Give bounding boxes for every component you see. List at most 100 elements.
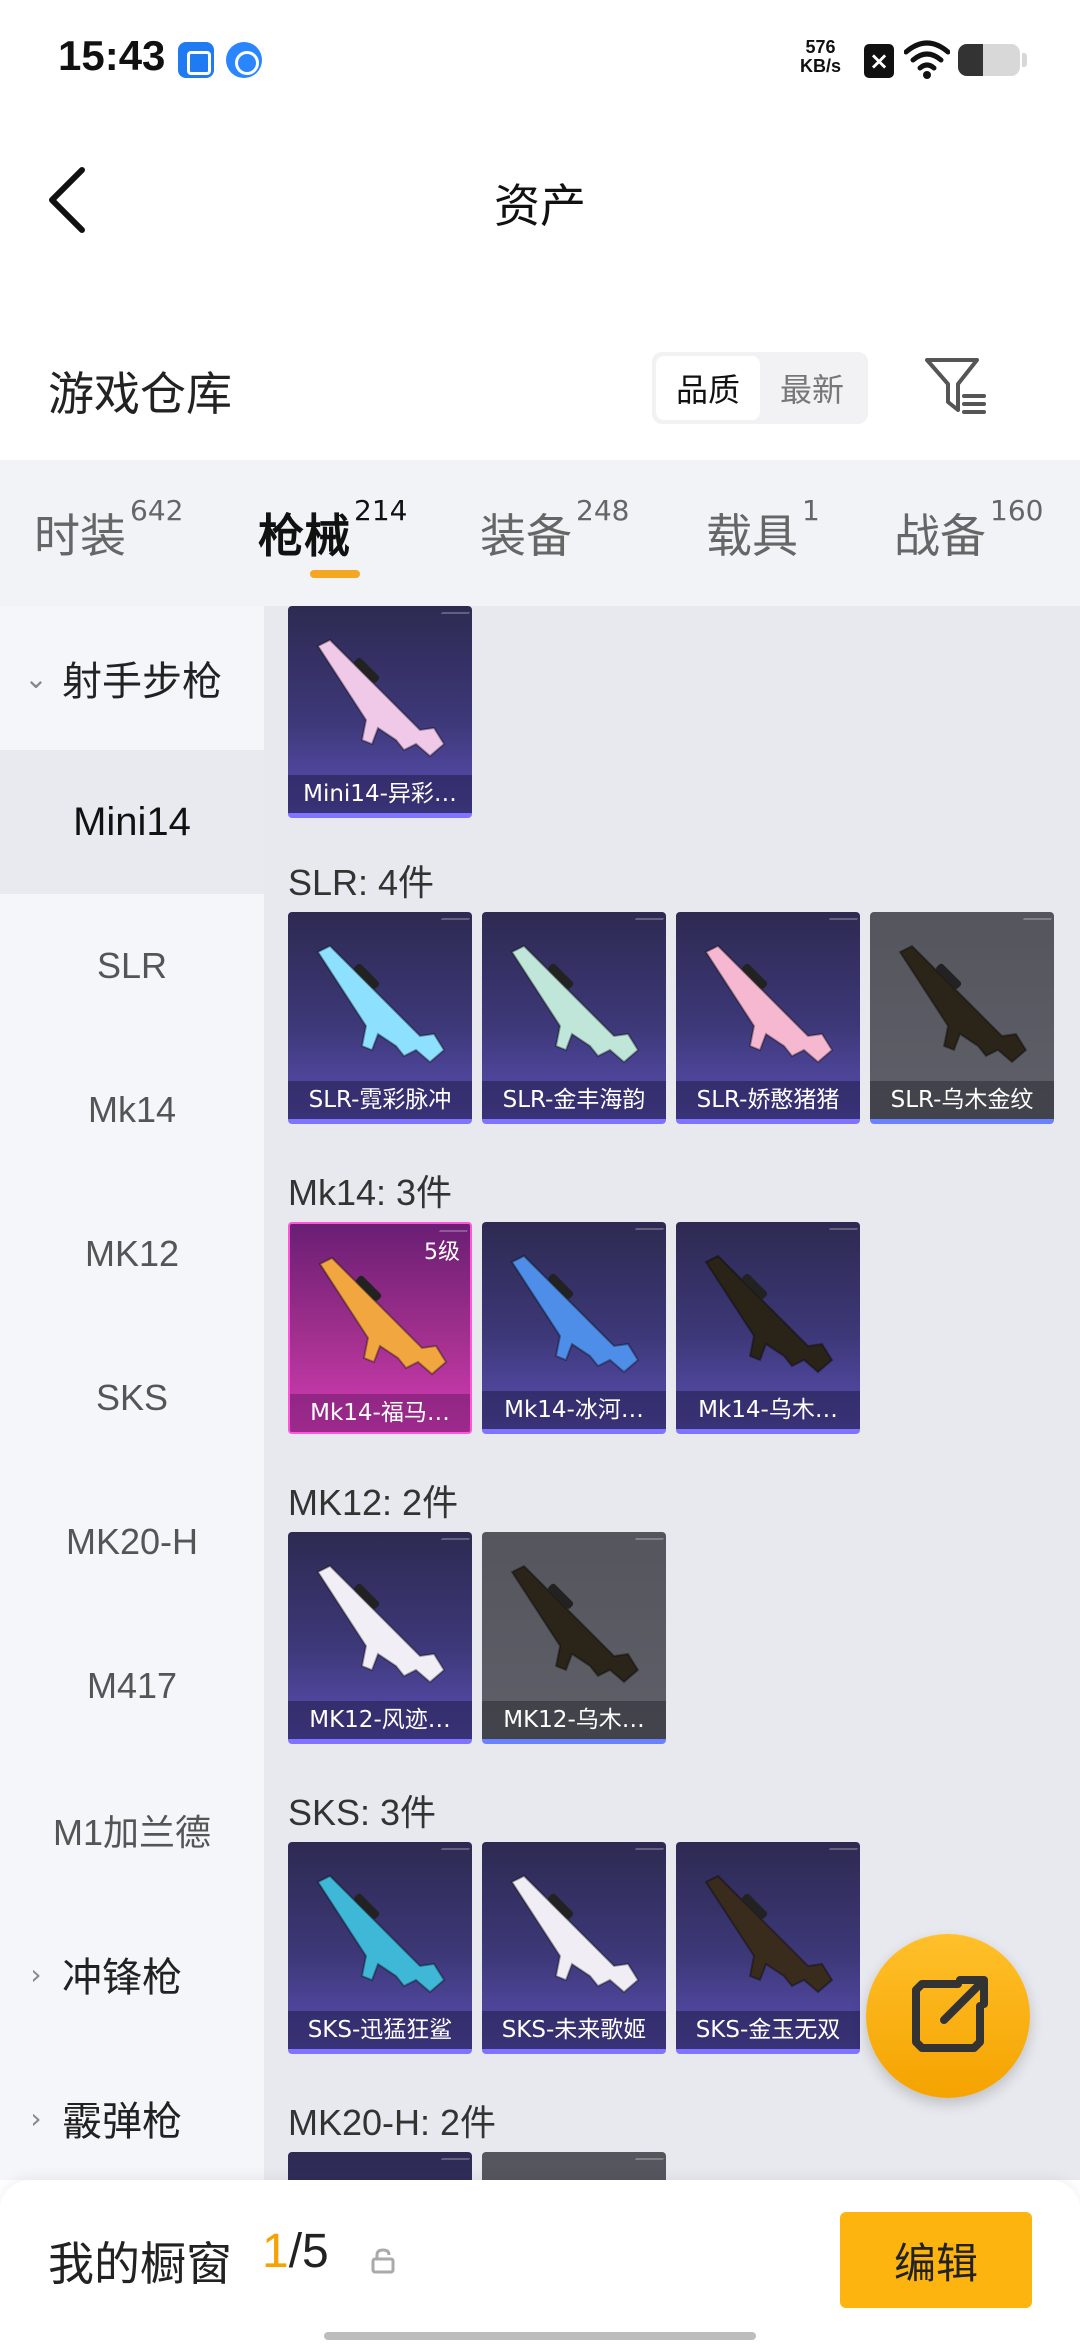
sidebar-item-mk12[interactable]: MK12 xyxy=(0,1182,264,1326)
rifle-icon xyxy=(510,1564,640,1684)
card-decoration xyxy=(627,918,665,932)
sidebar-item-mk14[interactable]: Mk14 xyxy=(0,1038,264,1182)
showcase-count: 1/5 xyxy=(262,2224,329,2279)
home-indicator xyxy=(324,2332,756,2340)
group-label: MK12: 2件 xyxy=(288,1482,459,1523)
group-label: SLR: 4件 xyxy=(288,862,435,903)
weapon-name: Mini14-异彩… xyxy=(288,775,472,813)
card-decoration xyxy=(627,1538,665,1552)
network-speed-value: 576 xyxy=(805,37,836,57)
sidebar-category-marksman[interactable]: ⌄ 射手步枪 xyxy=(0,606,264,750)
sort-option-quality[interactable]: 品质 xyxy=(656,356,760,420)
tab-count: 642 xyxy=(130,494,184,527)
page-title: 资产 xyxy=(494,179,586,233)
weapon-card[interactable] xyxy=(482,2152,666,2180)
rifle-icon xyxy=(316,944,446,1064)
tab-label: 时装 xyxy=(34,509,126,563)
battery-icon xyxy=(958,44,1020,76)
tab-count: 160 xyxy=(990,494,1044,527)
rifle-icon xyxy=(316,1874,446,1994)
card-decoration xyxy=(821,1228,859,1242)
rifle-icon xyxy=(316,1564,446,1684)
sidebar-item-sks[interactable]: SKS xyxy=(0,1326,264,1470)
card-decoration xyxy=(433,1538,471,1552)
tab-count: 248 xyxy=(576,494,630,527)
weapon-card[interactable]: MK12-风迹… xyxy=(288,1532,472,1744)
sort-toggle: 品质 最新 xyxy=(652,352,868,424)
group-label: Mk14: 3件 xyxy=(288,1172,453,1213)
export-icon xyxy=(912,1976,988,2052)
tab-equipment[interactable]: 装备 248 xyxy=(480,494,629,566)
weapon-card[interactable] xyxy=(288,2152,472,2180)
status-bar: 15:43 576 KB/s × xyxy=(0,0,1080,120)
tab-guns[interactable]: 枪械 214 xyxy=(258,494,407,566)
tab-count: 1 xyxy=(802,494,820,527)
rifle-icon xyxy=(704,1254,834,1374)
card-decoration xyxy=(821,1848,859,1862)
tab-active-indicator xyxy=(310,570,360,578)
weapon-card[interactable]: SLR-霓彩脉冲 xyxy=(288,912,472,1124)
weapon-card[interactable]: SKS-迅猛狂鲨 xyxy=(288,1842,472,2054)
sidebar-item-mk20h[interactable]: MK20-H xyxy=(0,1470,264,1614)
sidebar-category-smg[interactable]: › 冲锋枪 xyxy=(0,1902,264,2046)
sidebar-item-mini14[interactable]: Mini14 xyxy=(0,750,264,894)
tab-label: 载具 xyxy=(706,509,798,563)
app-notification-icon xyxy=(226,42,262,78)
card-decoration xyxy=(627,2158,665,2172)
network-speed-unit: KB/s xyxy=(800,56,842,76)
weapon-card[interactable]: Mk14-冰河… xyxy=(482,1222,666,1434)
card-decoration xyxy=(433,2158,471,2172)
edit-button[interactable]: 编辑 xyxy=(840,2212,1032,2308)
rifle-icon xyxy=(898,944,1028,1064)
weapon-name: SLR-霓彩脉冲 xyxy=(288,1081,472,1119)
tab-vehicles[interactable]: 载具 1 xyxy=(706,494,820,566)
weapon-name: SKS-未来歌姬 xyxy=(482,2011,666,2049)
rifle-icon xyxy=(704,944,834,1064)
rifle-icon xyxy=(704,1874,834,1994)
battery-tip xyxy=(1022,53,1027,67)
level-badge: 5级 xyxy=(424,1240,460,1265)
gallery-notification-icon xyxy=(178,42,214,78)
card-decoration xyxy=(1015,918,1053,932)
weapon-card[interactable]: SLR-乌木金纹 xyxy=(870,912,1054,1124)
card-decoration xyxy=(821,918,859,932)
weapon-name: MK12-乌木… xyxy=(482,1701,666,1739)
weapon-name: Mk14-冰河… xyxy=(482,1391,666,1429)
share-fab[interactable] xyxy=(866,1934,1030,2098)
sidebar-item-slr[interactable]: SLR xyxy=(0,894,264,1038)
rifle-icon xyxy=(316,638,446,758)
weapon-card[interactable]: SLR-金丰海韵 xyxy=(482,912,666,1124)
weapon-name: MK12-风迹… xyxy=(288,1701,472,1739)
filter-icon[interactable] xyxy=(922,354,988,420)
sidebar-category-label: 霰弹枪 xyxy=(62,2099,182,2145)
sidebar-category-shotgun[interactable]: › 霰弹枪 xyxy=(0,2046,264,2190)
sort-option-newest[interactable]: 最新 xyxy=(760,356,864,420)
card-decoration xyxy=(627,1848,665,1862)
weapon-name: SKS-金玉无双 xyxy=(676,2011,860,2049)
sidebar-item-m1-garand[interactable]: M1加兰德 xyxy=(0,1758,264,1902)
weapon-card[interactable]: Mk14-乌木… xyxy=(676,1222,860,1434)
rifle-icon xyxy=(510,944,640,1064)
sidebar-item-m417[interactable]: M417 xyxy=(0,1614,264,1758)
tab-fashion[interactable]: 时装 642 xyxy=(34,494,183,566)
group-label: MK20-H: 2件 xyxy=(288,2102,497,2143)
weapon-card[interactable]: SKS-未来歌姬 xyxy=(482,1842,666,2054)
showcase-count-total: /5 xyxy=(288,2225,329,2278)
lock-icon xyxy=(371,2248,395,2274)
weapon-card[interactable]: SLR-娇憨猪猪 xyxy=(676,912,860,1124)
weapon-card[interactable]: MK12-乌木… xyxy=(482,1532,666,1744)
weapon-card[interactable]: SKS-金玉无双 xyxy=(676,1842,860,2054)
card-decoration xyxy=(627,1228,665,1242)
showcase-title: 我的橱窗 xyxy=(48,2237,232,2291)
status-time: 15:43 xyxy=(58,32,166,79)
rifle-icon xyxy=(510,1254,640,1374)
weapon-card[interactable]: Mini14-异彩… xyxy=(288,606,472,818)
weapon-name: SLR-娇憨猪猪 xyxy=(676,1081,860,1119)
wifi-icon xyxy=(904,40,950,79)
rifle-icon xyxy=(510,1874,640,1994)
weapon-card[interactable]: 5级 Mk14-福马… xyxy=(288,1222,472,1434)
weapon-type-sidebar: ⌄ 射手步枪 Mini14 SLR Mk14 MK12 SKS MK20-H M4… xyxy=(0,606,264,2180)
tab-supplies[interactable]: 战备 160 xyxy=(894,494,1043,566)
tab-label: 装备 xyxy=(480,509,572,563)
showcase-count-current: 1 xyxy=(262,2225,289,2278)
